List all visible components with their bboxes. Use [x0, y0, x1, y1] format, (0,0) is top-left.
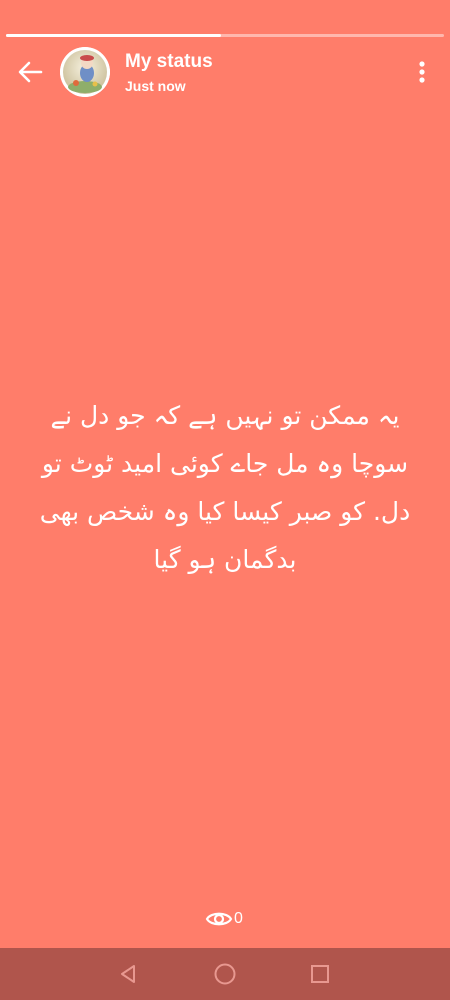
nav-back-button[interactable] [112, 958, 144, 990]
arrow-back-icon [18, 61, 43, 83]
nav-home-button[interactable] [209, 958, 241, 990]
back-button[interactable] [12, 56, 48, 88]
views-count: 0 [234, 910, 243, 927]
status-text: یہ ممکن تو نہیں ہے کہ جو دل نے سوچا وہ م… [39, 401, 411, 574]
views-indicator[interactable]: 0 [205, 905, 243, 933]
status-timestamp: Just now [125, 78, 186, 94]
nav-back-triangle-icon [121, 965, 135, 983]
status-header: My status Just now [0, 38, 450, 104]
status-owner-title: My status [125, 51, 213, 72]
eye-icon [205, 912, 233, 926]
avatar[interactable] [60, 47, 110, 97]
status-progress-bar [6, 34, 444, 37]
more-vert-icon [419, 61, 425, 83]
nav-recents-square-icon [311, 965, 329, 983]
more-options-button[interactable] [408, 56, 436, 88]
status-progress-fill [6, 34, 221, 37]
nav-home-circle-icon [214, 963, 236, 985]
nav-recents-button[interactable] [304, 958, 336, 990]
system-navigation-bar [0, 948, 450, 1000]
avatar-image [60, 47, 110, 97]
